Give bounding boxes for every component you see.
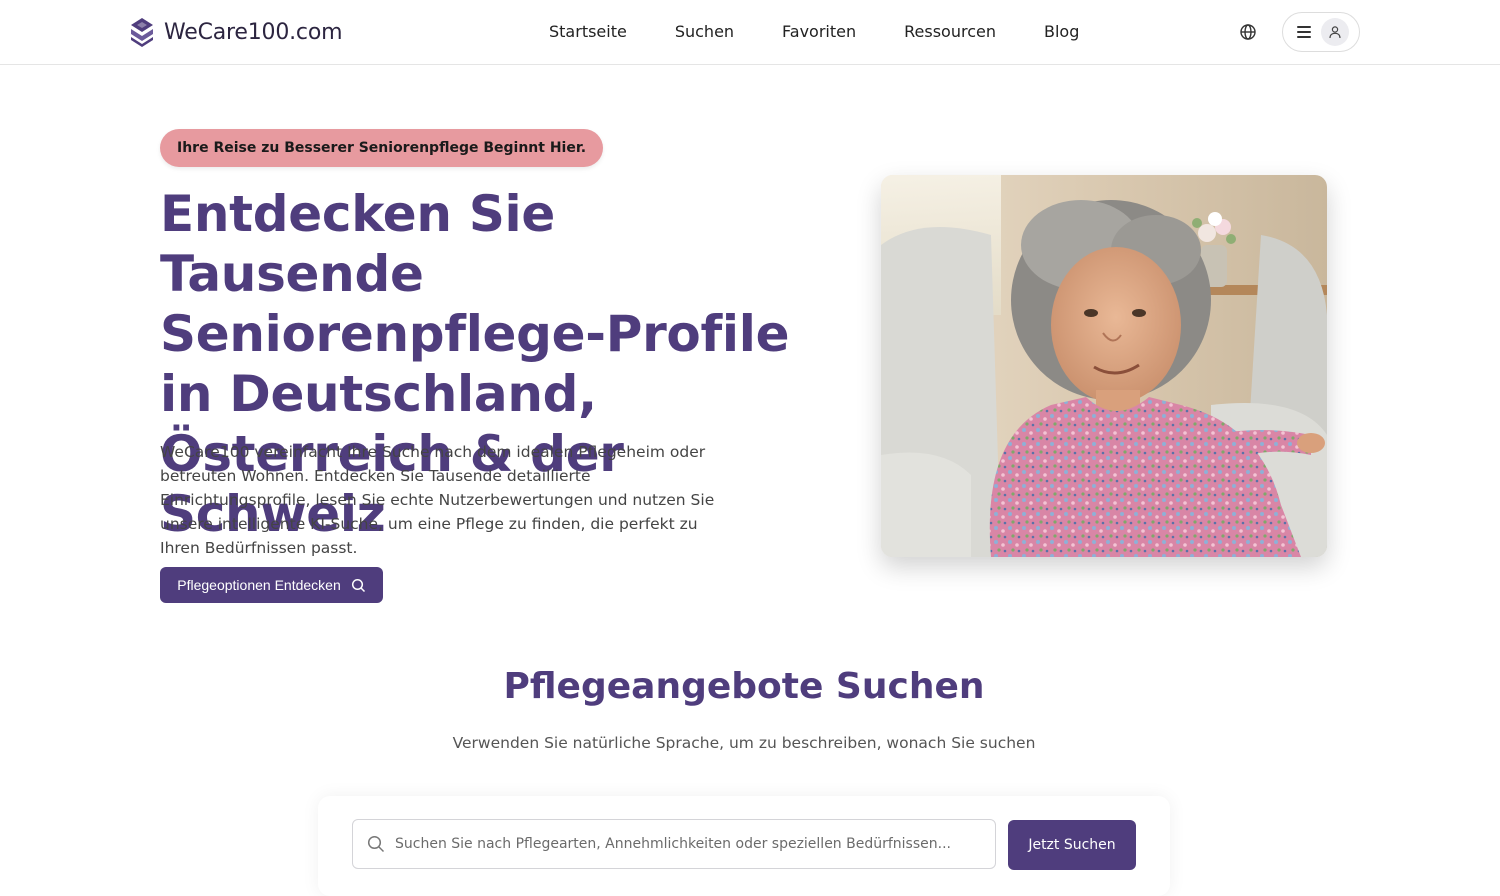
search-now-button[interactable]: Jetzt Suchen <box>1008 820 1136 870</box>
nav-item-startseite[interactable]: Startseite <box>549 20 627 44</box>
hero-badge: Ihre Reise zu Besserer Seniorenpflege Be… <box>160 129 604 167</box>
avatar <box>1321 18 1349 46</box>
nav-item-suchen[interactable]: Suchen <box>675 20 734 44</box>
search-section-title: Pflegeangebote Suchen <box>503 666 985 707</box>
explore-care-options-button[interactable]: Pflegeoptionen Entdecken <box>160 567 383 603</box>
menu-icon <box>1297 26 1311 38</box>
user-icon <box>1329 26 1341 39</box>
search-section-subtitle: Verwenden Sie natürliche Sprache, um zu … <box>452 734 1036 752</box>
hero-description: WeCare100 vereinfacht Ihre Suche nach de… <box>160 443 715 557</box>
hero-image <box>881 175 1327 557</box>
logo-icon <box>131 18 153 47</box>
globe-icon[interactable] <box>1238 22 1258 42</box>
site-header: WeCare100.com Startseite Suchen Favorite… <box>0 0 1500 65</box>
search-input[interactable] <box>395 836 975 852</box>
logo-text: WeCare100.com <box>164 19 343 45</box>
nav-item-favoriten[interactable]: Favoriten <box>782 20 856 44</box>
logo[interactable]: WeCare100.com <box>128 16 343 48</box>
main-nav: Startseite Suchen Favoriten Ressourcen B… <box>549 20 1079 44</box>
search-field[interactable] <box>352 819 996 869</box>
nav-item-ressourcen[interactable]: Ressourcen <box>904 20 996 44</box>
user-menu-button[interactable] <box>1282 12 1360 52</box>
nav-item-blog[interactable]: Blog <box>1044 20 1079 44</box>
search-icon <box>367 835 385 853</box>
search-icon <box>351 578 365 592</box>
cta-label: Pflegeoptionen Entdecken <box>177 577 341 593</box>
